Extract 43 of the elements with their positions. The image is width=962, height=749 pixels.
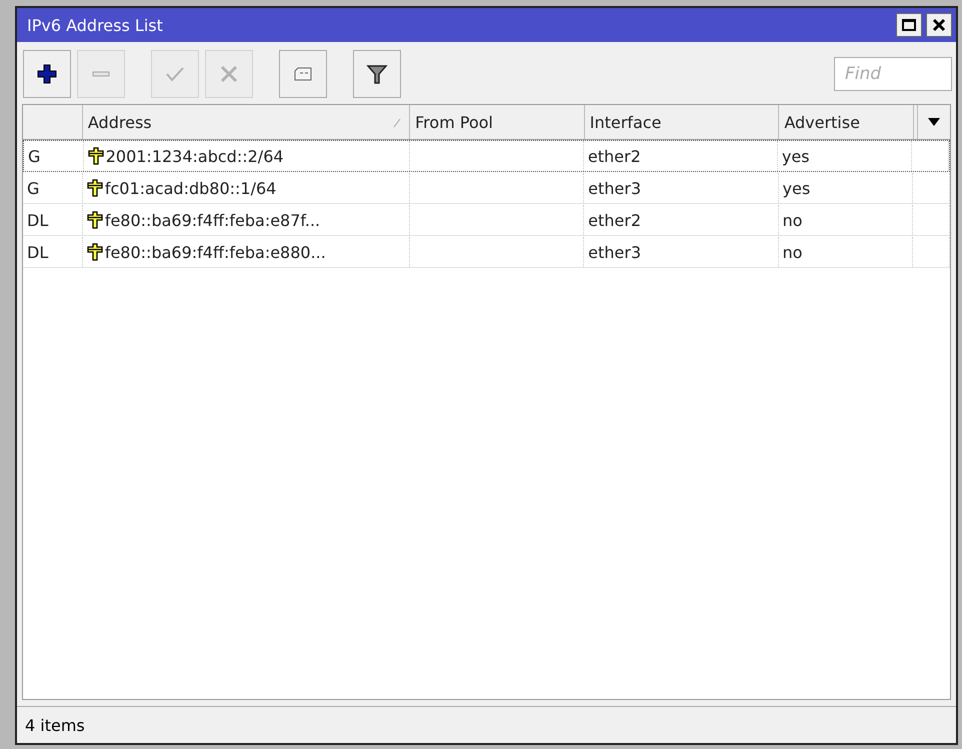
- column-header[interactable]: Address: [82, 105, 410, 139]
- close-button[interactable]: [926, 13, 952, 37]
- address-cell: fe80::ba69:f4ff:feba:e880...: [104, 242, 326, 262]
- flags-cell: DL: [27, 210, 48, 230]
- address-icon: [88, 147, 104, 165]
- minus-icon: [92, 71, 110, 77]
- add-button[interactable]: [23, 50, 71, 98]
- column-header[interactable]: Interface: [584, 105, 780, 139]
- advertise-cell: no: [782, 242, 802, 262]
- find-field[interactable]: Find: [834, 57, 952, 91]
- window-title: IPv6 Address List: [27, 16, 164, 34]
- table-row[interactable]: DL fe80::ba69:f4ff:feba:e87f... ether2 no: [23, 204, 950, 236]
- flags-cell: G: [27, 178, 40, 198]
- flags-cell: DL: [27, 242, 48, 262]
- table-row[interactable]: G fc01:acad:db80::1/64 ether3 yes: [23, 172, 950, 204]
- address-cell: fc01:acad:db80::1/64: [104, 178, 276, 198]
- caret-icon: [928, 118, 940, 126]
- item-count: 4 items: [25, 716, 85, 734]
- sort-icon: [393, 118, 402, 128]
- flags-cell: G: [28, 146, 40, 166]
- table-row[interactable]: DL fe80::ba69:f4ff:feba:e880... ether3 no: [23, 236, 950, 268]
- filter-icon: [366, 63, 388, 85]
- advertise-cell: yes: [782, 146, 810, 166]
- plus-icon: [36, 63, 58, 85]
- comment-button[interactable]: [279, 50, 327, 98]
- address-cell: 2001:1234:abcd::2/64: [106, 146, 284, 166]
- advertise-cell: no: [782, 210, 802, 230]
- maximize-button[interactable]: [896, 13, 922, 37]
- address-icon: [86, 179, 103, 197]
- address-icon: [86, 243, 103, 261]
- address-cell: fe80::ba69:f4ff:feba:e87f...: [104, 210, 320, 230]
- close-icon: [932, 18, 946, 32]
- advertise-cell: yes: [782, 178, 810, 198]
- filter-button[interactable]: [353, 50, 401, 98]
- column-header[interactable]: From Pool: [410, 105, 585, 139]
- column-header[interactable]: Advertise: [779, 105, 914, 139]
- interface-cell: ether3: [588, 178, 642, 198]
- interface-cell: ether2: [588, 210, 642, 230]
- cross-icon: [218, 63, 240, 85]
- address-icon: [86, 211, 103, 229]
- table-row[interactable]: G 2001:1234:abcd::2/64 ether2 yes: [23, 140, 950, 172]
- interface-cell: ether3: [588, 242, 642, 262]
- interface-cell: ether2: [588, 146, 641, 166]
